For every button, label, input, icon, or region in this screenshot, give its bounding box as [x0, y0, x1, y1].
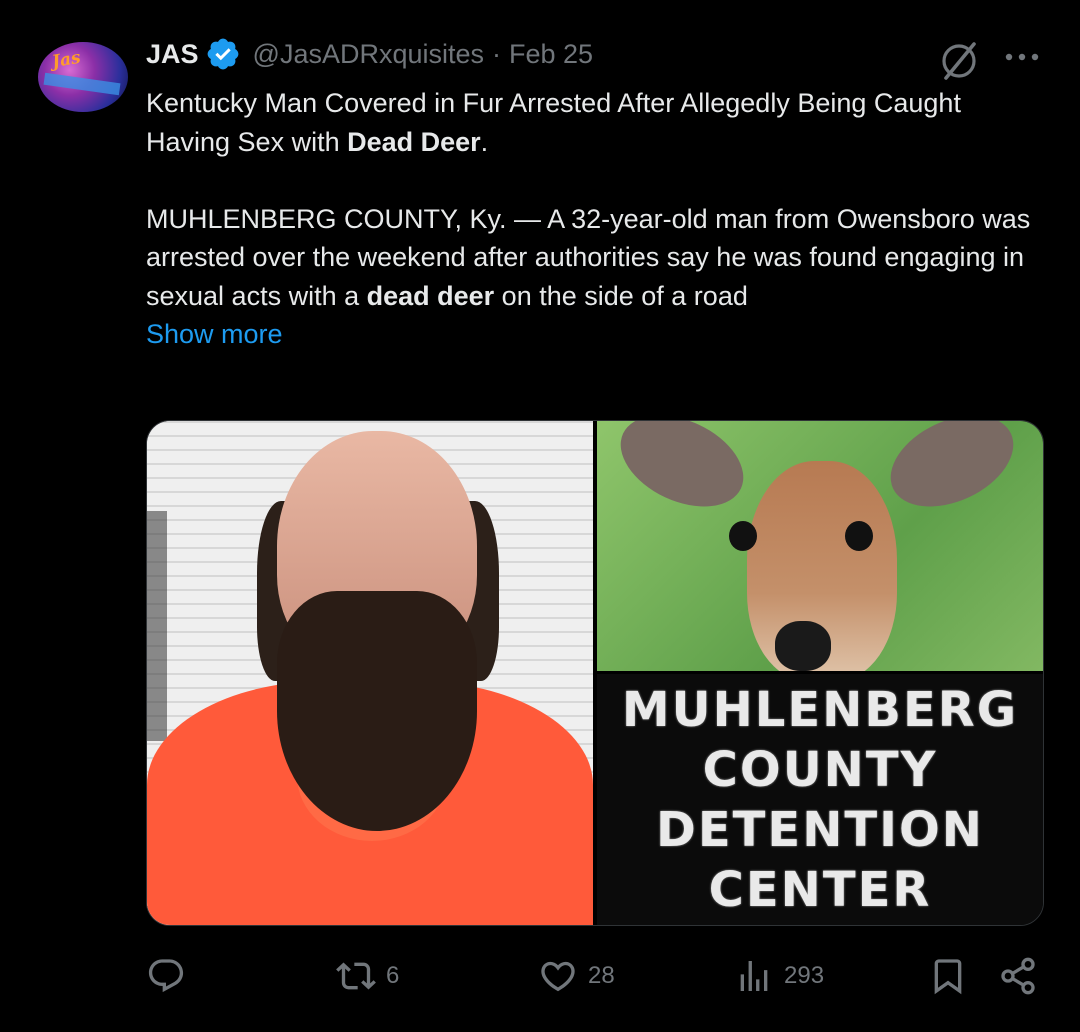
verified-badge-icon [207, 38, 238, 70]
tweet-date[interactable]: Feb 25 [509, 39, 593, 70]
sign-line: MUHLENBERG [621, 681, 1019, 738]
views-count: 293 [784, 962, 825, 989]
reply-button[interactable] [146, 950, 196, 1002]
share-icon [1001, 957, 1035, 995]
headline-bold: Dead Deer [347, 126, 481, 157]
grok-icon[interactable] [938, 40, 980, 82]
bookmark-icon [934, 959, 962, 995]
sign-line: CENTER [708, 861, 932, 918]
separator-dot: · [492, 38, 502, 69]
share-button[interactable] [998, 950, 1038, 1002]
tweet-headline: Kentucky Man Covered in Fur Arrested Aft… [146, 88, 961, 157]
like-icon [541, 961, 575, 992]
show-more-link[interactable]: Show more [146, 315, 1046, 354]
avatar-logo-text: Jas [50, 47, 83, 73]
author-name[interactable]: JAS [146, 39, 199, 70]
deer-photo[interactable] [597, 421, 1043, 671]
sign-line: COUNTY [702, 741, 938, 798]
views-button[interactable]: 293 [734, 950, 824, 1002]
action-bar: 6 28 293 [146, 950, 1046, 1002]
repost-icon [336, 962, 376, 990]
author-handle[interactable]: @JasADRxquisites [253, 39, 484, 70]
repost-count: 6 [386, 962, 400, 989]
mugshot-photo[interactable] [147, 421, 593, 925]
like-button[interactable]: 28 [538, 950, 615, 1002]
tweet-header: JAS @JasADRxquisites · Feb 25 [146, 36, 593, 72]
bookmark-button[interactable] [928, 950, 968, 1002]
tweet-body: MUHLENBERG COUNTY, Ky. — A 32-year-old m… [146, 203, 1031, 311]
like-count: 28 [588, 962, 615, 989]
detention-center-sign-photo[interactable]: MUHLENBERG COUNTY DETENTION CENTER [597, 674, 1043, 925]
body-bold: dead deer [366, 280, 495, 311]
media-grid: MUHLENBERG COUNTY DETENTION CENTER [146, 420, 1044, 926]
sign-line: DETENTION [656, 801, 984, 858]
avatar-graphic [43, 72, 121, 96]
reply-icon [148, 959, 184, 993]
repost-button[interactable]: 6 [336, 950, 399, 1002]
more-icon[interactable] [1004, 52, 1040, 62]
tweet-text: Kentucky Man Covered in Fur Arrested Aft… [146, 84, 1046, 354]
author-avatar[interactable]: Jas [38, 42, 128, 112]
views-icon [740, 961, 768, 991]
